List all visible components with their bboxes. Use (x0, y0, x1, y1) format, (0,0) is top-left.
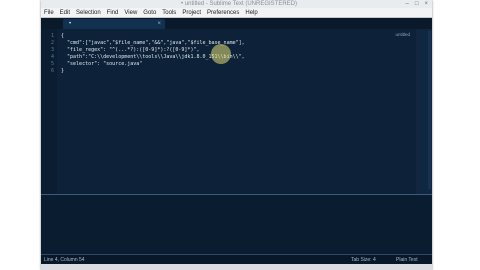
vertical-scrollbar[interactable] (428, 31, 431, 189)
menu-project[interactable]: Project (182, 8, 201, 18)
code-line: 5 "selector": "source.java" (41, 61, 432, 68)
output-panel[interactable] (41, 194, 432, 255)
editor-window: • untitled - Sublime Text (UNREGISTERED)… (41, 0, 432, 270)
mouse-cursor-highlight (211, 44, 231, 64)
code-line: 4 "path":"C:\\development\\tools\\Java\\… (41, 54, 432, 61)
maximize-icon[interactable]: □ (415, 0, 419, 8)
menu-find[interactable]: Find (107, 8, 119, 18)
menu-view[interactable]: View (124, 8, 137, 18)
code-text: "selector": "source.java" (61, 61, 143, 67)
line-number: 5 (50, 61, 54, 67)
menu-bar: File Edit Selection Find View Goto Tools… (41, 8, 432, 18)
line-number: 1 (50, 33, 54, 39)
line-number: 4 (50, 54, 54, 60)
line-number: 2 (50, 40, 54, 46)
tab-close-icon[interactable]: × (157, 19, 161, 29)
line-number: 6 (50, 68, 54, 74)
code-editor[interactable]: untitled 1 { 2 "cmd":["javac","$file_nam… (41, 29, 432, 194)
menu-goto[interactable]: Goto (143, 8, 156, 18)
menu-help[interactable]: Help (245, 8, 257, 18)
code-text: "file_regex": "^(...*?):([0-9]*):?([0-9]… (61, 47, 200, 53)
tab-dirty-indicator: • (69, 21, 72, 27)
code-line: 2 "cmd":["javac","$file_name","&&","java… (41, 40, 432, 47)
code-line: 3 "file_regex": "^(...*?):([0-9]*):?([0-… (41, 47, 432, 54)
minimize-icon[interactable]: – (406, 0, 409, 8)
window-controls: – □ × (406, 0, 428, 8)
menu-tools[interactable]: Tools (162, 8, 176, 18)
tab-bar: • × (41, 18, 432, 29)
taskbar-edge (41, 264, 432, 270)
code-text: } (61, 68, 65, 74)
code-line: 1 { (41, 33, 432, 40)
line-number: 3 (50, 47, 54, 53)
close-icon[interactable]: × (424, 0, 428, 8)
code-line: 6 } (41, 68, 432, 75)
menu-selection[interactable]: Selection (76, 8, 101, 18)
menu-preferences[interactable]: Preferences (207, 8, 239, 18)
code-text: { (61, 33, 65, 39)
menu-file[interactable]: File (44, 8, 54, 18)
tab-untitled[interactable]: • × (63, 19, 165, 29)
menu-edit[interactable]: Edit (60, 8, 70, 18)
